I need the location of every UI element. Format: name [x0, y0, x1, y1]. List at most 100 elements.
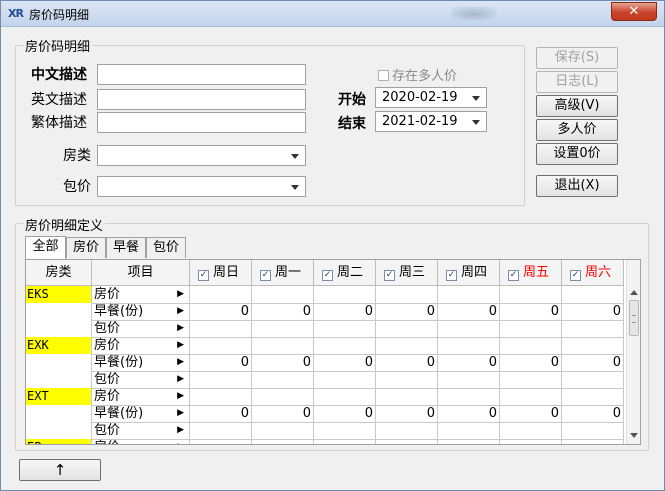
price-cell[interactable]	[562, 422, 624, 440]
price-cell[interactable]: 0	[376, 405, 438, 423]
price-cell[interactable]	[252, 371, 314, 389]
tab-package[interactable]: 包价	[146, 237, 186, 258]
day-column-header[interactable]: ✓ 周六	[562, 260, 624, 286]
price-cell[interactable]	[376, 371, 438, 389]
start-date-picker[interactable]: 2020-02-19	[375, 87, 487, 108]
day-column-header[interactable]: ✓ 周二	[314, 260, 376, 286]
price-cell[interactable]	[252, 388, 314, 406]
price-cell[interactable]	[376, 439, 438, 444]
price-cell[interactable]	[438, 388, 500, 406]
room-type-cell[interactable]	[26, 422, 92, 440]
table-row[interactable]: EXT 房价 ▶	[26, 388, 626, 406]
checkbox-checked-icon[interactable]: ✓	[322, 270, 333, 281]
price-cell[interactable]: 0	[252, 354, 314, 372]
cn-desc-input[interactable]	[97, 64, 306, 85]
price-cell[interactable]: 0	[500, 303, 562, 321]
tab-all[interactable]: 全部	[25, 236, 66, 259]
price-cell[interactable]: 0	[314, 354, 376, 372]
price-cell[interactable]	[314, 439, 376, 444]
price-cell[interactable]	[438, 337, 500, 355]
price-cell[interactable]	[500, 320, 562, 338]
table-row[interactable]: EXK 房价 ▶	[26, 337, 626, 355]
table-row[interactable]: 包价 ▶	[26, 320, 626, 338]
price-cell[interactable]: 0	[376, 354, 438, 372]
price-cell[interactable]	[438, 422, 500, 440]
price-cell[interactable]	[500, 388, 562, 406]
table-row[interactable]: 包价 ▶	[26, 422, 626, 440]
checkbox-checked-icon[interactable]: ✓	[508, 270, 519, 281]
room-type-select[interactable]	[97, 145, 306, 166]
tw-desc-input[interactable]	[97, 112, 306, 133]
checkbox-checked-icon[interactable]: ✓	[446, 270, 457, 281]
scroll-down-icon[interactable]	[630, 433, 638, 438]
grid-vertical-scrollbar[interactable]	[626, 260, 640, 444]
room-type-cell[interactable]	[26, 320, 92, 338]
day-column-header[interactable]: ✓ 周四	[438, 260, 500, 286]
set-zero-price-button[interactable]: 设置0价	[536, 143, 618, 165]
room-type-cell[interactable]	[26, 371, 92, 389]
day-column-header[interactable]: ✓ 周一	[252, 260, 314, 286]
tab-room-rate[interactable]: 房价	[66, 237, 106, 258]
price-cell[interactable]	[190, 286, 252, 304]
scroll-thumb[interactable]	[629, 300, 639, 336]
price-cell[interactable]	[190, 320, 252, 338]
price-cell[interactable]: 0	[562, 303, 624, 321]
day-column-header[interactable]: ✓ 周日	[190, 260, 252, 286]
end-date-picker[interactable]: 2021-02-19	[375, 111, 487, 132]
price-cell[interactable]: 0	[500, 405, 562, 423]
close-button[interactable]: ✕	[611, 2, 657, 21]
price-cell[interactable]	[314, 286, 376, 304]
price-cell[interactable]: 0	[376, 303, 438, 321]
table-row[interactable]: 早餐(份) ▶ 0 0 0 0 0 0 0	[26, 303, 626, 321]
price-cell[interactable]: 0	[190, 354, 252, 372]
price-cell[interactable]: 0	[314, 405, 376, 423]
price-cell[interactable]: 0	[252, 303, 314, 321]
price-cell[interactable]	[376, 422, 438, 440]
checkbox-checked-icon[interactable]: ✓	[260, 270, 271, 281]
price-cell[interactable]: 0	[190, 303, 252, 321]
price-cell[interactable]: 0	[438, 303, 500, 321]
price-cell[interactable]: 0	[562, 405, 624, 423]
price-cell[interactable]	[190, 388, 252, 406]
price-cell[interactable]	[438, 439, 500, 444]
price-cell[interactable]	[252, 320, 314, 338]
price-cell[interactable]	[252, 422, 314, 440]
price-cell[interactable]	[500, 286, 562, 304]
price-cell[interactable]	[438, 371, 500, 389]
price-cell[interactable]	[190, 422, 252, 440]
price-cell[interactable]	[500, 337, 562, 355]
price-cell[interactable]	[376, 337, 438, 355]
exit-button[interactable]: 退出(X)	[536, 175, 618, 197]
price-cell[interactable]	[562, 439, 624, 444]
price-cell[interactable]	[252, 286, 314, 304]
price-cell[interactable]	[314, 320, 376, 338]
price-cell[interactable]	[314, 388, 376, 406]
scroll-up-icon[interactable]	[630, 290, 638, 295]
price-cell[interactable]	[562, 320, 624, 338]
price-cell[interactable]	[252, 337, 314, 355]
table-row[interactable]: 早餐(份) ▶ 0 0 0 0 0 0 0	[26, 405, 626, 423]
price-cell[interactable]	[376, 320, 438, 338]
price-cell[interactable]	[190, 371, 252, 389]
price-cell[interactable]: 0	[500, 354, 562, 372]
day-column-header[interactable]: ✓ 周五	[500, 260, 562, 286]
price-cell[interactable]	[438, 320, 500, 338]
log-button[interactable]: 日志(L)	[536, 71, 618, 93]
room-type-cell[interactable]: EXK	[26, 337, 92, 355]
table-row[interactable]: 早餐(份) ▶ 0 0 0 0 0 0 0	[26, 354, 626, 372]
price-cell[interactable]: 0	[314, 303, 376, 321]
price-cell[interactable]	[190, 337, 252, 355]
move-up-button[interactable]: ↑	[19, 459, 101, 481]
price-cell[interactable]: 0	[562, 354, 624, 372]
price-cell[interactable]	[500, 422, 562, 440]
tab-breakfast[interactable]: 早餐	[106, 237, 146, 258]
day-column-header[interactable]: ✓ 周三	[376, 260, 438, 286]
price-cell[interactable]	[562, 371, 624, 389]
price-cell[interactable]	[562, 337, 624, 355]
price-cell[interactable]	[376, 286, 438, 304]
room-type-cell[interactable]	[26, 303, 92, 321]
room-type-cell[interactable]	[26, 354, 92, 372]
room-type-cell[interactable]: EKS	[26, 286, 92, 304]
price-cell[interactable]	[314, 337, 376, 355]
multi-person-button[interactable]: 多人价	[536, 119, 618, 141]
